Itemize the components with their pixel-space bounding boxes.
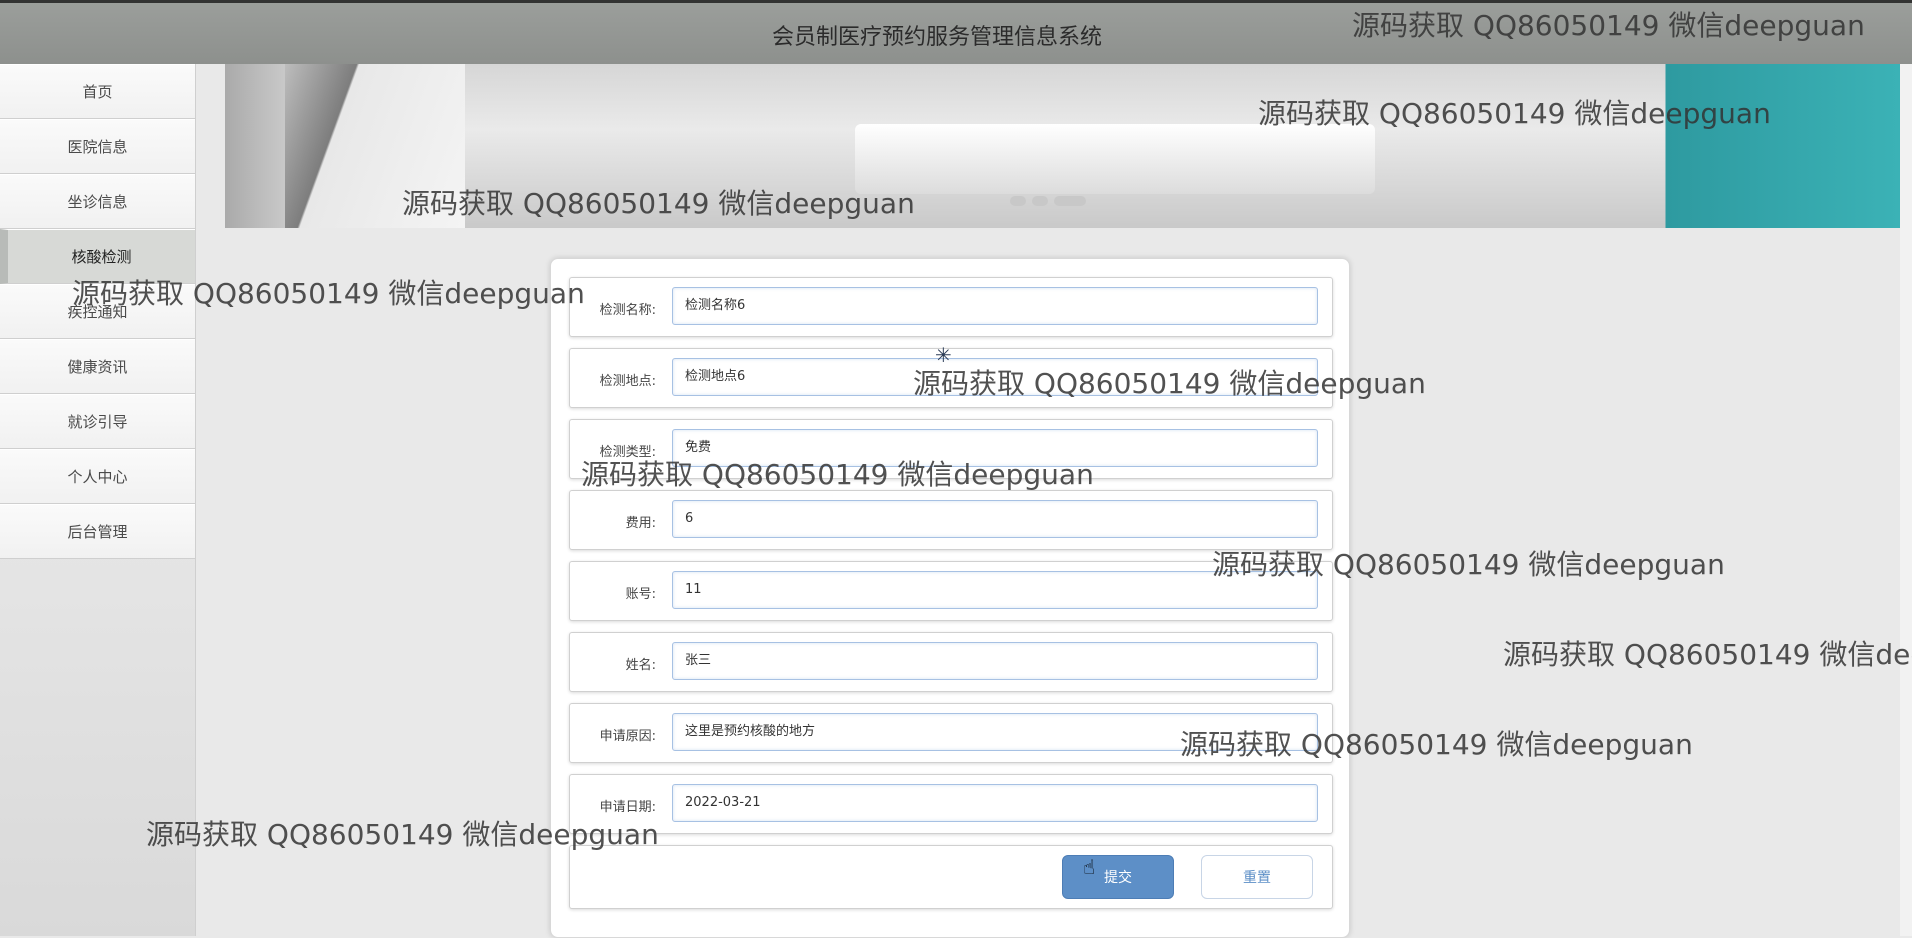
sidebar-nav: 首页 医院信息 坐诊信息 核酸检测 疾控通知 健康资讯 就诊引导 个人中心 后台… xyxy=(0,64,196,936)
form-row-test-type: 检测类型: 免费 xyxy=(569,419,1333,479)
sidebar-item-health-news[interactable]: 健康资讯 xyxy=(0,339,195,394)
reset-button[interactable]: 重置 xyxy=(1201,855,1313,899)
test-type-input[interactable]: 免费 xyxy=(672,429,1318,467)
form-row-test-name: 检测名称: 检测名称6 xyxy=(569,277,1333,337)
form-row-date: 申请日期: 2022-03-21 xyxy=(569,774,1333,834)
fee-input[interactable]: 6 xyxy=(672,500,1318,538)
field-label: 费用: xyxy=(625,516,656,531)
form-actions: 提交 重置 xyxy=(569,845,1333,909)
field-label: 账号: xyxy=(625,587,656,602)
sidebar-item-cdc-notice[interactable]: 疾控通知 xyxy=(0,284,195,339)
sidebar-item-home[interactable]: 首页 xyxy=(0,64,195,119)
loading-spinner-icon: ✳ xyxy=(935,343,952,367)
sidebar-item-visit-guide[interactable]: 就诊引导 xyxy=(0,394,195,449)
test-location-input[interactable]: 检测地点6 xyxy=(672,358,1318,396)
field-label: 姓名: xyxy=(625,658,656,673)
banner-image-part xyxy=(285,64,465,228)
carousel-indicators xyxy=(1010,196,1086,206)
test-name-input[interactable]: 检测名称6 xyxy=(672,287,1318,325)
field-label: 检测类型: xyxy=(599,445,656,460)
scrollbar[interactable] xyxy=(1900,64,1912,936)
reason-input[interactable]: 这里是预约核酸的地方 xyxy=(672,713,1318,751)
hand-cursor-icon: ☝ xyxy=(1083,855,1096,879)
sidebar-item-personal-center[interactable]: 个人中心 xyxy=(0,449,195,504)
field-label: 检测地点: xyxy=(599,374,656,389)
app-title: 会员制医疗预约服务管理信息系统 xyxy=(771,25,1102,50)
field-label: 申请原因: xyxy=(599,729,656,744)
banner-carousel xyxy=(225,64,1900,228)
name-input[interactable]: 张三 xyxy=(672,642,1318,680)
carousel-dot[interactable] xyxy=(1032,196,1048,206)
form-row-account: 账号: 11 xyxy=(569,561,1333,621)
form-row-fee: 费用: 6 xyxy=(569,490,1333,550)
banner-image-part xyxy=(855,124,1375,194)
submit-button[interactable]: 提交 xyxy=(1062,855,1174,899)
form-row-name: 姓名: 张三 xyxy=(569,632,1333,692)
field-label: 申请日期: xyxy=(599,800,656,815)
carousel-dot[interactable] xyxy=(1010,196,1026,206)
date-input[interactable]: 2022-03-21 xyxy=(672,784,1318,822)
top-header: 会员制医疗预约服务管理信息系统 xyxy=(0,0,1912,64)
account-input[interactable]: 11 xyxy=(672,571,1318,609)
sidebar-item-clinic-info[interactable]: 坐诊信息 xyxy=(0,174,195,229)
sidebar-item-hospital-info[interactable]: 医院信息 xyxy=(0,119,195,174)
field-label: 检测名称: xyxy=(599,303,656,318)
watermark-text: 源码获取 QQ86050149 微信deepguan xyxy=(1503,638,1912,671)
form-row-reason: 申请原因: 这里是预约核酸的地方 xyxy=(569,703,1333,763)
sidebar-item-nucleic-test[interactable]: 核酸检测 xyxy=(0,229,195,284)
carousel-dot-active[interactable] xyxy=(1054,196,1086,206)
sidebar-item-admin[interactable]: 后台管理 xyxy=(0,504,195,559)
